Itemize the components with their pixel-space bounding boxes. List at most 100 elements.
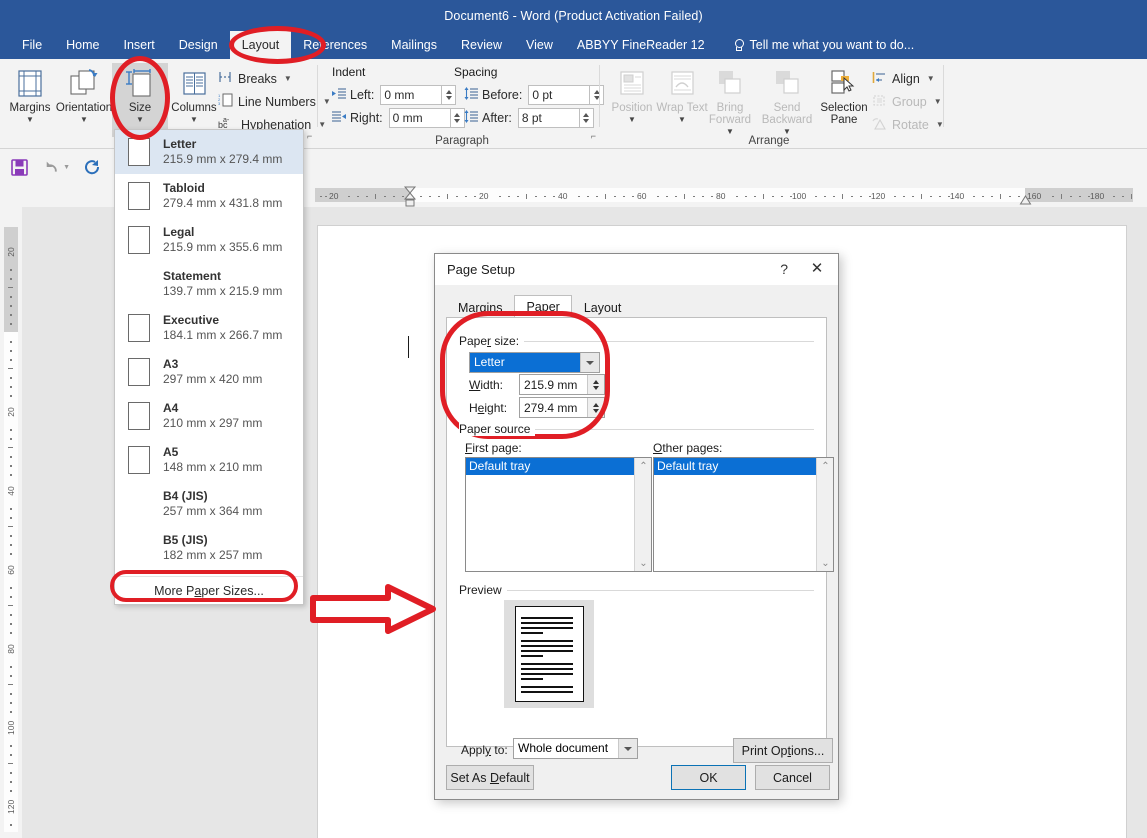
tab-layout[interactable]: Layout: [229, 31, 292, 59]
width-stepper[interactable]: [587, 375, 604, 394]
size-menu-item-letter[interactable]: Letter 215.9 mm x 279.4 mm: [115, 130, 303, 174]
size-caret-icon[interactable]: ▼: [136, 116, 144, 124]
list-item[interactable]: Default tray: [466, 458, 634, 475]
width-label: Width:: [469, 378, 504, 392]
vruler-tick: 40: [6, 486, 16, 496]
dialog-tab-paper[interactable]: Paper: [514, 295, 572, 318]
list-item[interactable]: Default tray: [654, 458, 816, 475]
size-item-name: Statement: [163, 269, 222, 283]
tab-mailings[interactable]: Mailings: [379, 31, 449, 59]
size-menu-item-a5[interactable]: A5 148 mm x 210 mm: [115, 438, 303, 482]
first-line-indent-marker[interactable]: [403, 186, 417, 207]
spacing-after-input[interactable]: 8 pt: [517, 108, 580, 128]
tab-design[interactable]: Design: [167, 31, 230, 59]
tab-home[interactable]: Home: [54, 31, 111, 59]
indent-left-input[interactable]: 0 mm: [380, 85, 443, 105]
more-paper-sizes-item[interactable]: More Paper Sizes...: [115, 576, 303, 604]
send-backward-button[interactable]: Send Backward ▼: [759, 63, 815, 137]
scroll-up-icon[interactable]: ⌃: [635, 458, 652, 474]
help-icon[interactable]: ?: [780, 261, 788, 277]
tab-view[interactable]: View: [514, 31, 565, 59]
send-backward-label: Send Backward: [761, 102, 813, 126]
columns-label: Columns: [171, 102, 217, 114]
ok-label: OK: [699, 770, 718, 785]
other-pages-items: Default tray: [654, 458, 816, 571]
line-numbers-button[interactable]: 123 Line Numbers ▼: [218, 90, 331, 113]
height-stepper[interactable]: [587, 398, 604, 417]
bring-forward-button[interactable]: Bring Forward ▼: [702, 63, 758, 137]
ruler-tick: 140: [950, 191, 965, 201]
align-button[interactable]: Align ▼: [872, 67, 935, 90]
tab-abbyy-finereader[interactable]: ABBYY FineReader 12: [565, 31, 717, 59]
ok-button[interactable]: OK: [671, 765, 746, 790]
lightbulb-icon: [733, 38, 744, 52]
redo-icon[interactable]: [80, 155, 106, 179]
ribbon-group-arrange: Position ▼ Wrap Text ▼ Bring Forward ▼ S…: [604, 59, 944, 149]
chevron-down-icon[interactable]: [580, 353, 599, 372]
size-menu-item-legal[interactable]: Legal 215.9 mm x 355.6 mm: [115, 218, 303, 262]
close-icon[interactable]: ✕: [806, 259, 828, 277]
size-menu-item-a4[interactable]: A4 210 mm x 297 mm: [115, 394, 303, 438]
size-menu-item-statement[interactable]: Statement 139.7 mm x 215.9 mm: [115, 262, 303, 306]
tab-file[interactable]: File: [10, 31, 54, 59]
margins-button[interactable]: Margins ▼: [2, 63, 58, 137]
cancel-button[interactable]: Cancel: [755, 765, 830, 790]
tab-references[interactable]: References: [291, 31, 379, 59]
first-page-scrollbar[interactable]: ⌃ ⌄: [634, 458, 651, 571]
paper-size-combo[interactable]: Letter: [469, 352, 600, 373]
right-indent-marker[interactable]: [1019, 195, 1032, 206]
tab-insert[interactable]: Insert: [112, 31, 167, 59]
size-menu-item-b5-jis[interactable]: B5 (JIS) 182 mm x 257 mm: [115, 526, 303, 570]
spacing-before-input[interactable]: 0 pt: [528, 85, 591, 105]
spacing-after-stepper[interactable]: [579, 108, 594, 128]
size-menu-item-tabloid[interactable]: Tabloid 279.4 mm x 431.8 mm: [115, 174, 303, 218]
rotate-button[interactable]: Rotate ▼: [872, 113, 944, 136]
bring-forward-icon: [716, 66, 744, 100]
indent-right-input[interactable]: 0 mm: [388, 108, 451, 128]
indent-left-stepper[interactable]: [442, 85, 457, 105]
spacing-before-stepper[interactable]: [590, 85, 605, 105]
position-button[interactable]: Position ▼: [604, 63, 660, 137]
tab-review[interactable]: Review: [449, 31, 514, 59]
columns-button[interactable]: Columns ▼: [166, 63, 222, 137]
breaks-button[interactable]: Breaks ▼: [218, 67, 292, 90]
width-input[interactable]: 215.9 mm: [519, 374, 605, 395]
selection-pane-button[interactable]: Selection Pane: [816, 63, 872, 137]
size-menu-item-a3[interactable]: A3 297 mm x 420 mm: [115, 350, 303, 394]
save-icon[interactable]: [6, 155, 32, 179]
dialog-tab-layout[interactable]: Layout: [572, 297, 634, 318]
dialog-footer: Set As Default OK Cancel: [435, 755, 838, 799]
undo-icon[interactable]: ▼: [44, 155, 70, 179]
size-menu-item-b4-jis[interactable]: B4 (JIS) 257 mm x 364 mm: [115, 482, 303, 526]
indent-right-row: Right: 0 mm: [332, 108, 465, 128]
height-input[interactable]: 279.4 mm: [519, 397, 605, 418]
size-item-name: B4 (JIS): [163, 489, 208, 503]
page-portrait-icon: [115, 358, 163, 386]
align-icon: [872, 71, 887, 87]
first-page-listbox[interactable]: Default tray ⌃ ⌄: [465, 457, 652, 572]
orientation-button[interactable]: Orientation ▼: [56, 63, 112, 137]
indent-left-row: Left: 0 mm: [332, 85, 457, 105]
scroll-down-icon[interactable]: ⌄: [817, 555, 834, 571]
ruler-tick: 120: [871, 191, 886, 201]
group-button[interactable]: Group ▼: [872, 90, 942, 113]
dialog-panel-paper: Paper size: Letter Width: 215.9 mm Heigh…: [446, 317, 834, 763]
ruler-tick: 20: [479, 191, 489, 201]
page-portrait-icon: [115, 138, 163, 166]
size-menu-item-executive[interactable]: Executive 184.1 mm x 266.7 mm: [115, 306, 303, 350]
tell-me-box[interactable]: Tell me what you want to do...: [717, 31, 914, 59]
size-button[interactable]: Size ▼: [112, 63, 168, 137]
indent-left-label: Left:: [350, 88, 375, 102]
other-pages-scrollbar[interactable]: ⌃ ⌄: [816, 458, 833, 571]
other-pages-listbox[interactable]: Default tray ⌃ ⌄: [653, 457, 834, 572]
page-setup-dialog-launcher[interactable]: ⌐: [307, 131, 312, 141]
size-item-name: Letter: [163, 137, 197, 151]
dialog-tab-margins[interactable]: Margins: [446, 297, 514, 318]
paragraph-dialog-launcher[interactable]: ⌐: [591, 131, 596, 141]
indent-right-stepper[interactable]: [450, 108, 465, 128]
scroll-down-icon[interactable]: ⌄: [635, 555, 652, 571]
spacing-before-label: Before:: [482, 88, 523, 102]
columns-icon: [179, 66, 209, 100]
scroll-up-icon[interactable]: ⌃: [817, 458, 834, 474]
set-as-default-button[interactable]: Set As Default: [446, 765, 534, 790]
